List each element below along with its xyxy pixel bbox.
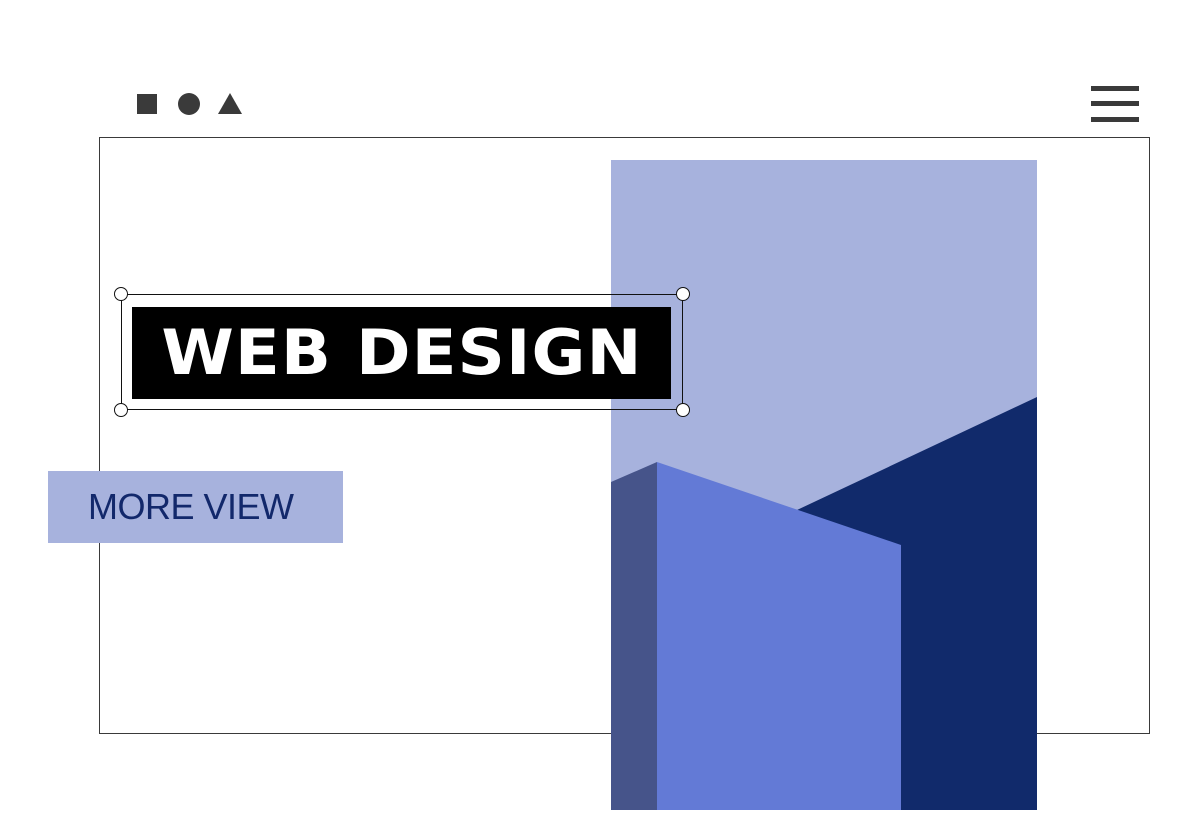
hamburger-line [1091, 117, 1139, 122]
illustration-slate-side [611, 462, 657, 810]
resize-handle-top-left[interactable] [114, 287, 128, 301]
resize-handle-bottom-left[interactable] [114, 403, 128, 417]
title-banner: WEB DESIGN [132, 307, 671, 399]
logo-shapes [136, 92, 246, 116]
resize-handle-top-right[interactable] [676, 287, 690, 301]
more-view-button[interactable]: MORE VIEW [48, 471, 343, 543]
circle-icon [178, 93, 200, 115]
hamburger-line [1091, 101, 1139, 106]
page-title: WEB DESIGN [160, 316, 643, 389]
resize-handle-bottom-right[interactable] [676, 403, 690, 417]
triangle-icon [218, 93, 242, 114]
hamburger-line [1091, 86, 1139, 91]
square-icon [137, 94, 157, 114]
hamburger-menu-icon[interactable] [1091, 86, 1139, 122]
building-illustration [611, 160, 1037, 810]
